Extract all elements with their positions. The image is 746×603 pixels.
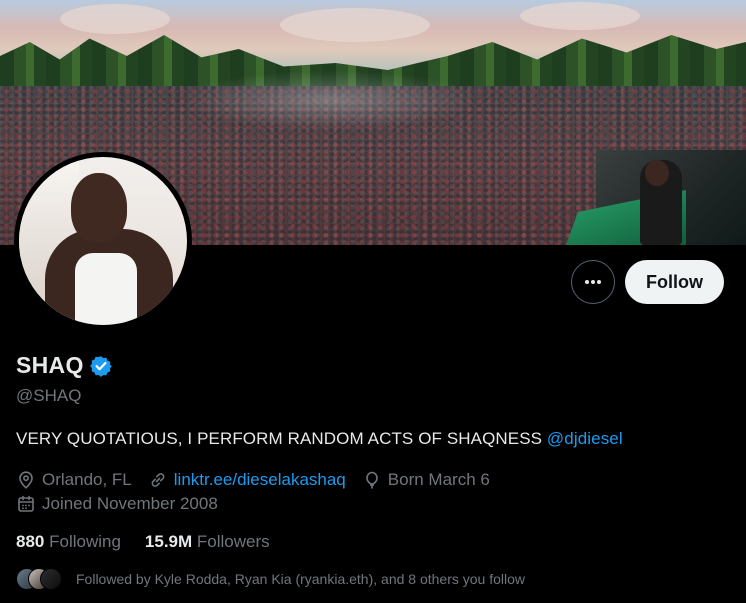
website-link[interactable]: linktr.ee/dieselakashaq [174,470,346,490]
follow-button[interactable]: Follow [625,260,724,304]
link-icon [151,473,165,487]
location-item: Orlando, FL [16,470,132,490]
calendar-icon [18,495,34,512]
profile-actions: Follow [571,260,724,304]
banner-haze [180,70,480,130]
bio-text: VERY QUOTATIOUS, I PERFORM RANDOM ACTS O… [16,429,547,448]
avatar [40,568,62,590]
display-name: SHAQ [16,352,84,378]
avatar-head [71,173,127,243]
website-item: linktr.ee/dieselakashaq [148,470,346,490]
verified-badge-icon[interactable] [89,355,112,377]
followers-label: Followers [196,532,270,551]
birthday-item: Born March 6 [362,470,490,490]
following-count: 880 [16,532,45,551]
profile-stats: 880 Following 15.9M Followers [16,532,270,552]
location-pin-icon [19,471,33,489]
joined-text: Joined November 2008 [42,494,218,513]
profile-avatar[interactable] [14,152,192,330]
following-label: Following [49,532,121,551]
bio-mention-link[interactable]: @djdiesel [547,429,623,448]
following-stat-link[interactable]: 880 Following [16,532,121,552]
meta-row-1: Orlando, FL linktr.ee/dieselakashaq Born… [16,468,506,492]
profile-meta: Orlando, FL linktr.ee/dieselakashaq Born… [16,468,506,516]
followers-stat-link[interactable]: 15.9M Followers [145,532,270,552]
followers-you-know-avatars [16,568,64,590]
profile-name-row: SHAQ [16,352,112,379]
profile-bio: VERY QUOTATIOUS, I PERFORM RANDOM ACTS O… [16,429,623,449]
banner-dj-head [645,160,669,186]
banner-cloud [280,8,430,42]
followed-by-text: Followed by Kyle Rodda, Ryan Kia (ryanki… [76,571,526,587]
more-horizontal-icon [585,280,601,284]
joined-item: Joined November 2008 [16,494,218,514]
avatar-photo [19,157,187,325]
banner-cloud [60,4,170,34]
banner-cloud [520,2,640,30]
followed-by-link[interactable]: Followed by Kyle Rodda, Ryan Kia (ryanki… [16,568,525,590]
followers-count: 15.9M [144,532,193,551]
location-text: Orlando, FL [42,470,132,489]
profile-handle: @SHAQ [16,386,82,405]
meta-row-2: Joined November 2008 [16,492,506,516]
more-options-button[interactable] [571,260,615,304]
avatar-shirt [75,253,137,325]
birthday-text: Born March 6 [387,470,490,489]
balloon-icon [365,471,378,489]
